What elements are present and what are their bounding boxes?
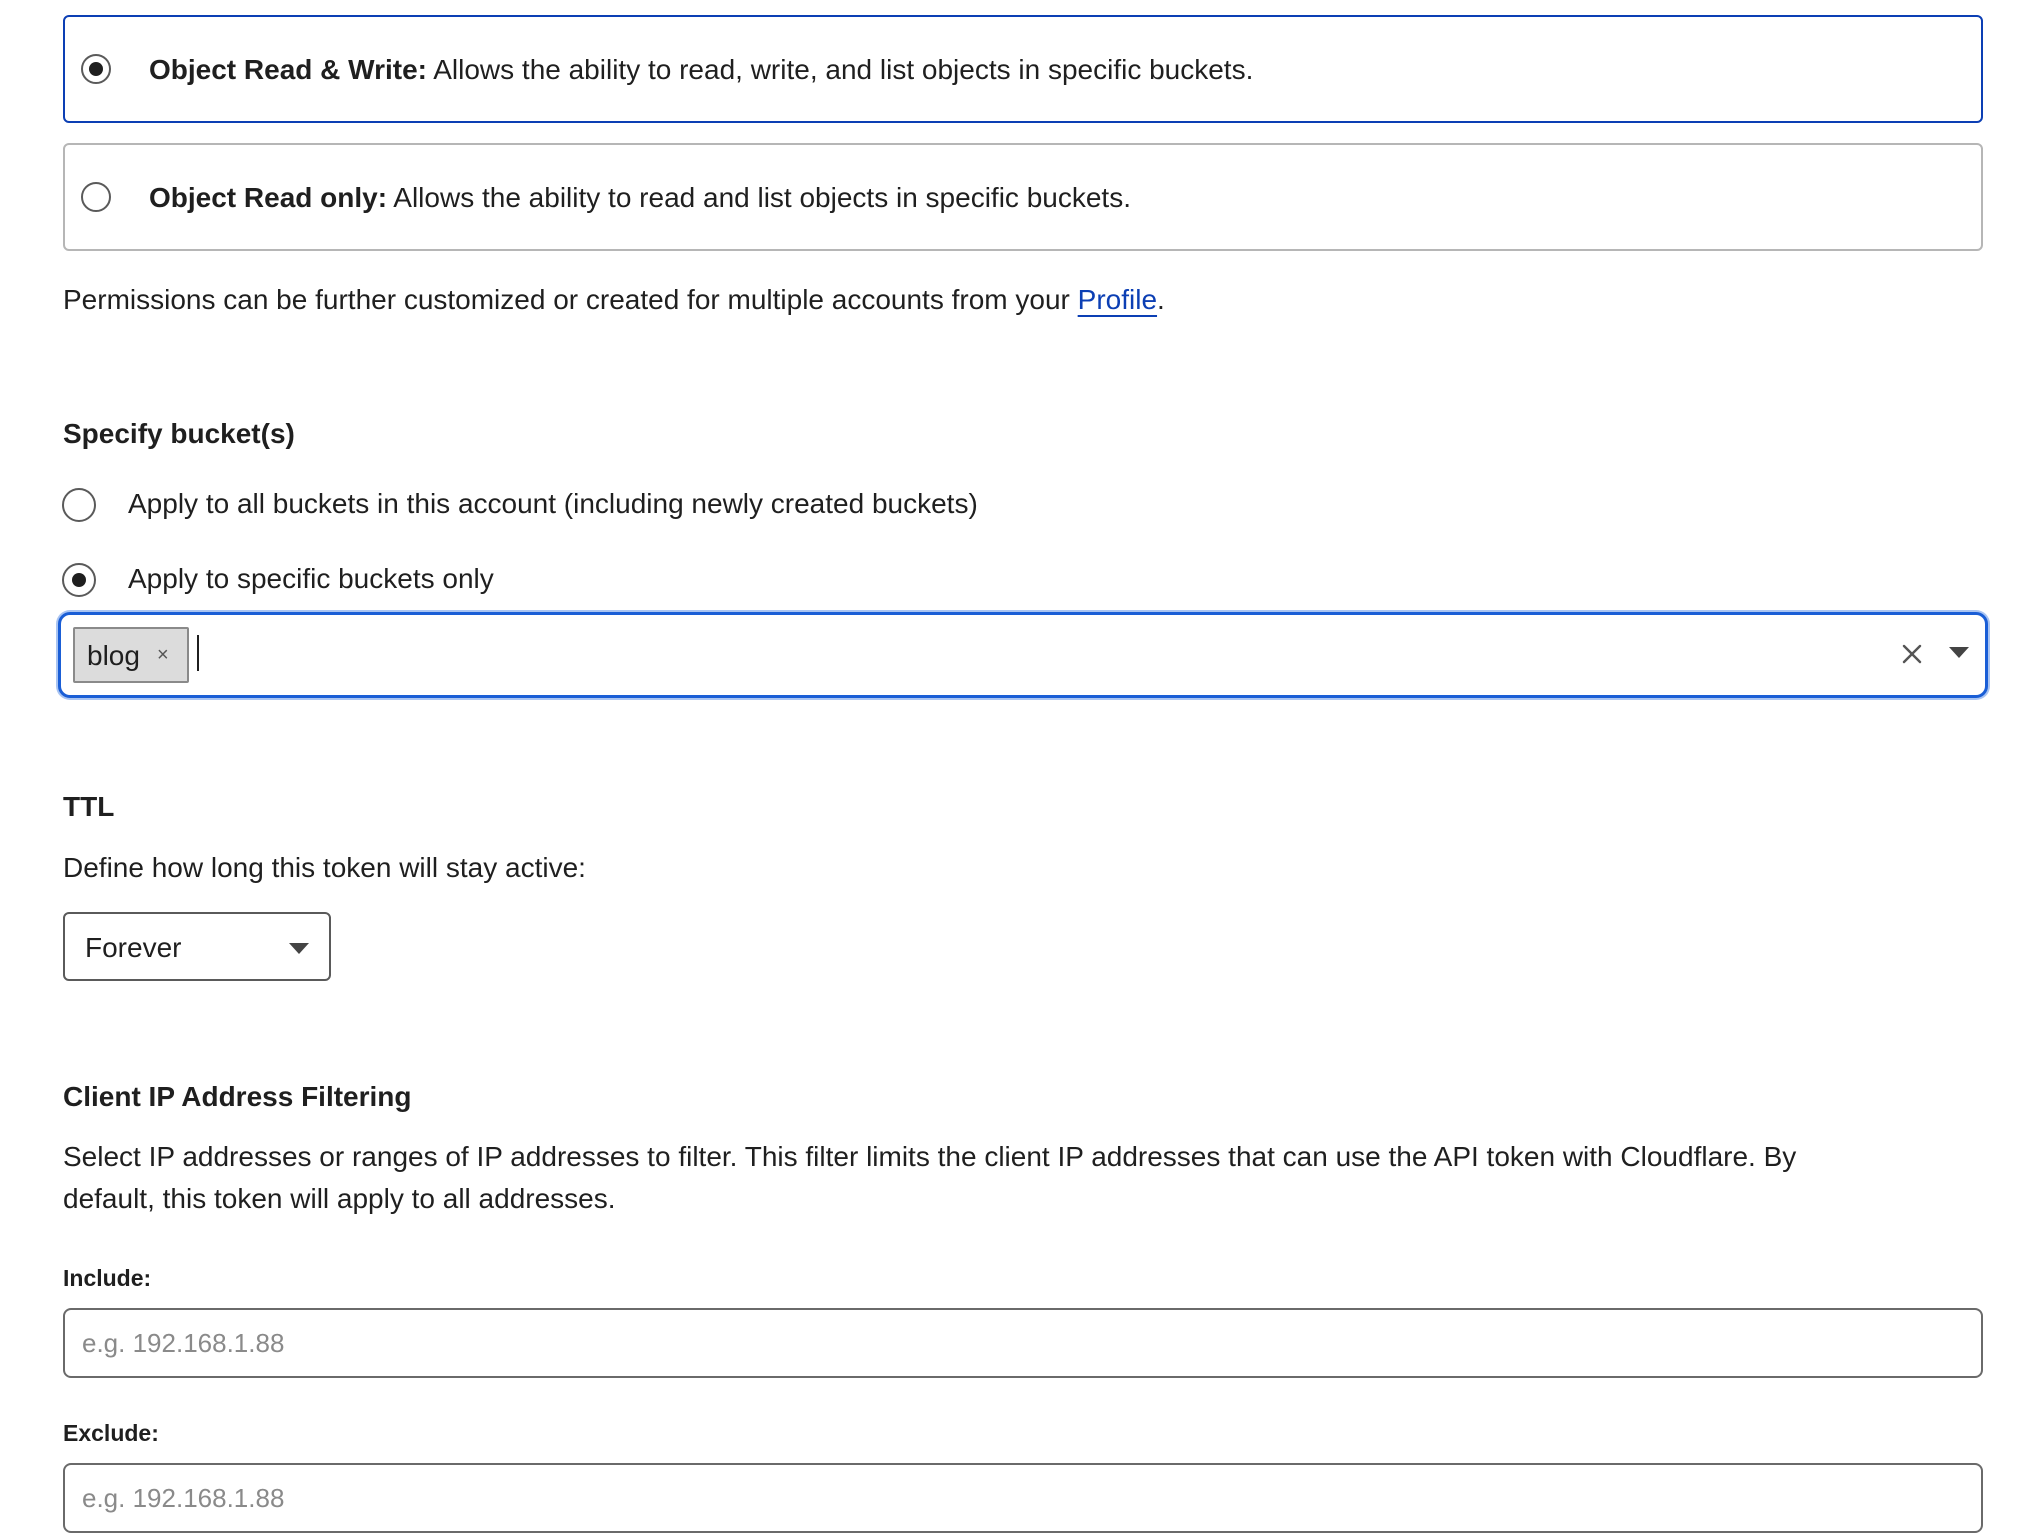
bucket-option-label: Apply to specific buckets only — [128, 563, 494, 594]
ttl-description: Define how long this token will stay act… — [63, 852, 586, 883]
ttl-heading: TTL — [63, 791, 115, 822]
include-ip-input[interactable] — [63, 1308, 1983, 1378]
bucket-tag: blog × — [73, 627, 189, 683]
clear-icon[interactable] — [1899, 641, 1925, 667]
permission-option-read-only[interactable]: Object Read only: Allows the ability to … — [63, 143, 1983, 251]
radio-read-write[interactable] — [81, 54, 111, 84]
ip-filtering-heading: Client IP Address Filtering — [63, 1081, 412, 1112]
radio-read-only[interactable] — [81, 182, 111, 212]
ip-filtering-description-line2: default, this token will apply to all ad… — [63, 1183, 616, 1214]
chevron-down-icon — [289, 943, 309, 954]
permissions-note-suffix: . — [1157, 284, 1165, 315]
exclude-label: Exclude: — [63, 1420, 159, 1446]
permission-option-text: Object Read & Write: Allows the ability … — [149, 52, 1253, 88]
bucket-option-label: Apply to all buckets in this account (in… — [128, 488, 978, 519]
permission-option-read-write[interactable]: Object Read & Write: Allows the ability … — [63, 15, 1983, 123]
permission-description: Allows the ability to read and list obje… — [393, 182, 1131, 213]
exclude-ip-input[interactable] — [63, 1463, 1983, 1533]
tag-remove-icon[interactable]: × — [157, 643, 169, 667]
permissions-note: Permissions can be further customized or… — [63, 279, 1165, 321]
permission-title: Object Read & Write: — [149, 54, 427, 85]
permission-description: Allows the ability to read, write, and l… — [433, 54, 1254, 85]
radio-specific-buckets[interactable] — [62, 563, 96, 597]
ttl-select[interactable]: Forever — [63, 912, 331, 981]
text-caret — [197, 635, 199, 671]
include-label: Include: — [63, 1265, 152, 1291]
profile-link[interactable]: Profile — [1078, 284, 1157, 315]
bucket-multi-select[interactable]: blog × — [58, 612, 1988, 698]
permission-title: Object Read only: — [149, 182, 388, 213]
ttl-selected-value: Forever — [85, 932, 182, 963]
permissions-note-text: Permissions can be further customized or… — [63, 284, 1070, 315]
ip-filtering-description-line1: Select IP addresses or ranges of IP addr… — [63, 1141, 1797, 1172]
buckets-heading: Specify bucket(s) — [63, 418, 295, 449]
bucket-tag-label: blog — [87, 640, 140, 671]
radio-all-buckets[interactable] — [62, 488, 96, 522]
chevron-down-icon[interactable] — [1947, 645, 1971, 661]
permission-option-text: Object Read only: Allows the ability to … — [149, 180, 1131, 216]
